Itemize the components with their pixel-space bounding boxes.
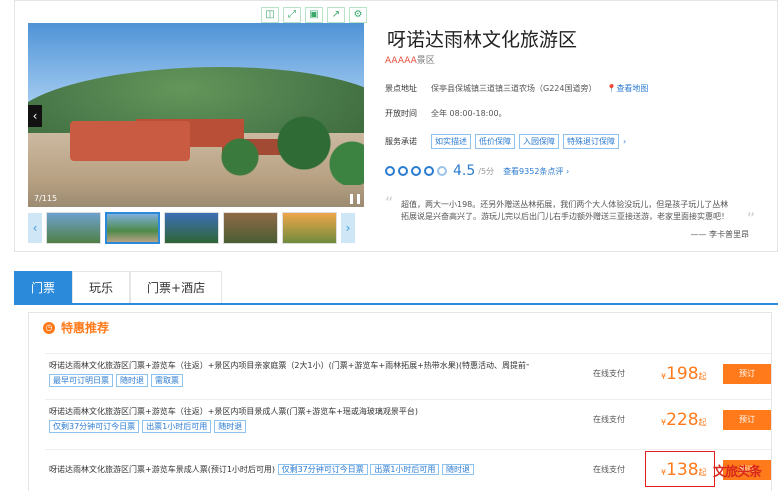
ticket-name[interactable]: 呀诺达雨林文化旅游区门票+游览车景成人票(预订1小时后可用) 仅剩37分钟可订今…: [49, 464, 529, 475]
featured-review: “ 超值，两大一小198。还另外赠送丛林拓展，我们两个大人体验没玩儿，但是孩子玩…: [385, 191, 757, 241]
rating-circle-icon: [398, 166, 408, 176]
watermark: 文旅头条: [713, 465, 762, 480]
thumbnail[interactable]: [282, 212, 337, 244]
gallery-prev-button[interactable]: ‹: [28, 105, 42, 127]
hours-row: 开放时间 全年 08:00-18:00。: [385, 108, 507, 119]
expand-icon[interactable]: ⤢: [283, 7, 301, 23]
close-quote-icon: ”: [746, 209, 755, 228]
book-button[interactable]: 预订: [723, 364, 771, 384]
grade-label: AAAAA景区: [385, 53, 435, 66]
ticket-tag: 仅剩37分钟可订今日票: [49, 420, 140, 433]
photo-trees: [208, 115, 364, 185]
ticket-name-text: 呀诺达雨林文化旅游区门票+游览车景成人票(预订1小时后可用): [49, 465, 276, 474]
promise-row: 服务承诺 如实描述 低价保障 入园保障 特殊退订保障 ›: [385, 134, 626, 149]
deals-header: ◷ 特惠推荐: [43, 319, 109, 336]
score-suffix: /5分: [478, 166, 495, 176]
map-link-label: 查看地图: [616, 84, 649, 93]
price-from-label: 起: [698, 372, 707, 381]
ticket-row: 呀诺达雨林文化旅游区门票+游览车（往返）+景区内项目景成人票(门票+游览车+瑶或…: [45, 399, 771, 439]
rating-circle-icon: [385, 166, 395, 176]
thumbnail[interactable]: [164, 212, 219, 244]
ticket-tag: 随时退: [116, 374, 148, 387]
review-author-name: 李卡普里昂: [709, 230, 749, 239]
ticket-name[interactable]: 呀诺达雨林文化旅游区门票+游览车（往返）+景区内项目景成人票(门票+游览车+瑶或…: [49, 406, 529, 417]
deals-panel: ◷ 特惠推荐 呀诺达雨林文化旅游区门票+游览车（往返）+景区内项目亲家庭票（2大…: [28, 312, 772, 491]
chevron-right-icon[interactable]: ›: [623, 137, 626, 146]
promise-label: 服务承诺: [385, 137, 417, 146]
review-author: —— 李卡普里昂: [690, 230, 749, 239]
image-toolbar: ◫ ⤢ ▣ ↗ ⚙: [261, 7, 367, 23]
hours-value: 全年 08:00-18:00。: [431, 109, 507, 118]
thumb-next-button[interactable]: ›: [341, 213, 355, 243]
price-from-label: 起: [698, 418, 707, 427]
rating-circle-icon: [437, 166, 447, 176]
capture-icon[interactable]: ◫: [261, 7, 279, 23]
product-tabs: 门票 玩乐 门票+酒店: [14, 271, 778, 305]
thumb-prev-button[interactable]: ‹: [28, 213, 42, 243]
clock-icon: ◷: [43, 321, 55, 334]
ticket-tag: 最早可订明日票: [49, 374, 113, 387]
promise-badge[interactable]: 特殊退订保障: [563, 134, 619, 149]
thumbnail[interactable]: [223, 212, 278, 244]
photo-buildings: [70, 121, 190, 161]
review-count-label: 查看9352条点评: [503, 166, 564, 176]
payment-method: 在线支付: [593, 369, 625, 378]
ticket-tags: 仅剩37分钟可订今日票 出票1小时后可用 随时退: [49, 420, 247, 433]
highlight-frame: [645, 451, 715, 487]
promise-badge[interactable]: 如实描述: [431, 134, 471, 149]
payment-method: 在线支付: [593, 415, 625, 424]
score-row: 4.5 /5分 查看9352条点评 ›: [385, 163, 569, 179]
deals-title: 特惠推荐: [61, 321, 110, 335]
attraction-title: 呀诺达雨林文化旅游区: [387, 29, 578, 51]
price-value: 228: [666, 410, 699, 430]
grade-suffix: 景区: [416, 56, 435, 66]
share-icon[interactable]: ↗: [327, 7, 345, 23]
ticket-row: 呀诺达雨林文化旅游区门票+游览车（往返）+景区内项目亲家庭票（2大1小）(门票+…: [45, 353, 771, 393]
thumbnail-active[interactable]: [105, 212, 160, 244]
ticket-tag: 随时退: [214, 420, 247, 433]
ticket-name[interactable]: 呀诺达雨林文化旅游区门票+游览车（往返）+景区内项目亲家庭票（2大1小）(门票+…: [49, 360, 529, 371]
location-pin-icon: 📍: [606, 84, 617, 93]
thumbnail-strip: ‹ ›: [28, 211, 364, 245]
ticket-tag: 仅剩37分钟可订今日票: [277, 464, 368, 475]
ticket-tag: 出票1小时后可用: [142, 420, 212, 433]
pause-icon[interactable]: [350, 194, 360, 204]
save-icon[interactable]: ▣: [305, 7, 323, 23]
attraction-card: ◫ ⤢ ▣ ↗ ⚙ 7/115 ‹ ‹ › 呀诺达雨林文化旅游区 AAAAA景区…: [14, 0, 778, 252]
price-value: 198: [666, 364, 699, 384]
settings-icon[interactable]: ⚙: [349, 7, 367, 23]
ticket-tags: 最早可订明日票 随时退 需取票: [49, 374, 183, 387]
payment-method: 在线支付: [593, 465, 625, 474]
rating-circle-icon: [411, 166, 421, 176]
book-button[interactable]: 预订: [723, 410, 771, 430]
promise-badge[interactable]: 低价保障: [475, 134, 515, 149]
hours-label: 开放时间: [385, 109, 417, 118]
score-value: 4.5: [453, 163, 476, 179]
ticket-tag: 需取票: [151, 374, 183, 387]
main-photo[interactable]: 7/115: [28, 23, 364, 207]
address-row: 景点地址 保亭县保城镇三道镇三道农场（G224国道旁） 📍查看地图: [385, 83, 648, 94]
ticket-tag: 出票1小时后可用: [370, 464, 440, 475]
photo-counter: 7/115: [34, 194, 58, 203]
ticket-price: ¥198起: [661, 364, 707, 384]
review-text: 超值，两大一小198。还另外赠送丛林拓展，我们两个大人体验没玩儿，但是孩子玩儿了…: [401, 200, 729, 221]
thumbnail[interactable]: [46, 212, 101, 244]
tab-tickets[interactable]: 门票: [14, 271, 73, 303]
ticket-tag: 随时退: [441, 464, 474, 475]
address-value: 保亭县保城镇三道镇三道农场（G224国道旁）: [431, 84, 597, 93]
rating-circle-icon: [424, 166, 434, 176]
grade-stars: AAAAA: [385, 56, 417, 66]
open-quote-icon: “: [385, 193, 394, 212]
map-link[interactable]: 📍查看地图: [606, 84, 648, 93]
review-count-link[interactable]: 查看9352条点评 ›: [503, 166, 569, 177]
promise-badge[interactable]: 入园保障: [519, 134, 559, 149]
address-label: 景点地址: [385, 84, 417, 93]
ticket-price: ¥228起: [661, 410, 707, 430]
tab-ticket-hotel[interactable]: 门票+酒店: [130, 271, 223, 303]
tab-activities[interactable]: 玩乐: [72, 271, 131, 303]
